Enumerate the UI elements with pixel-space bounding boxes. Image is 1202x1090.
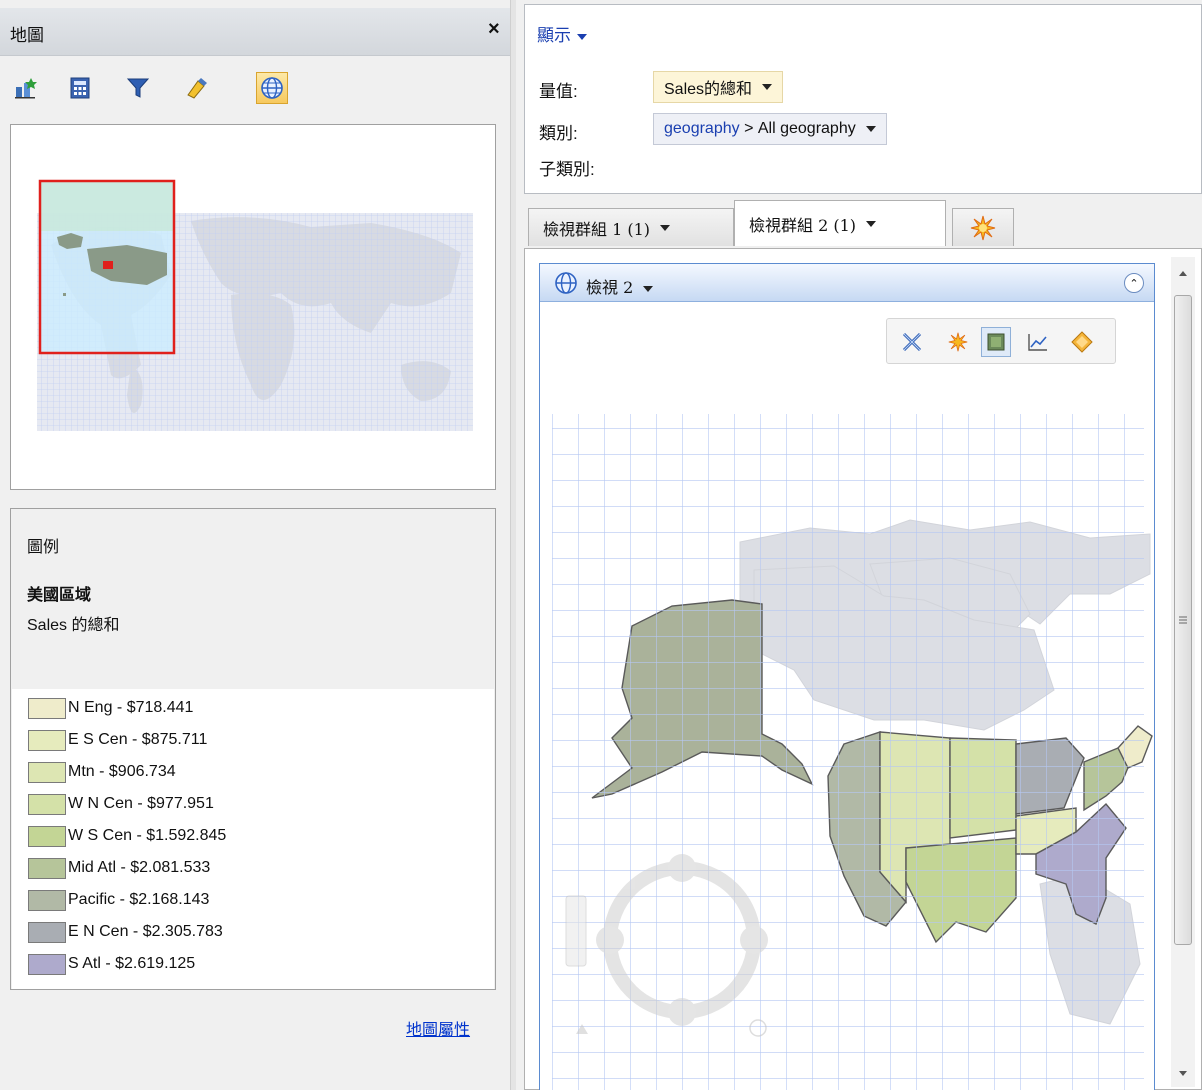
- legend-item-label: N Eng - $718.441: [68, 699, 194, 716]
- legend-swatch: [28, 697, 66, 719]
- category-separator: >: [744, 120, 754, 137]
- category-value: All geography: [757, 120, 856, 137]
- legend-item: Pacific - $2.168.143: [28, 885, 428, 915]
- map-properties-link[interactable]: 地圖屬性: [406, 1016, 470, 1040]
- legend-layer-name: 美國區域: [27, 587, 92, 604]
- view-header: 檢視 2 ⌃: [540, 264, 1154, 302]
- clear-selection-icon[interactable]: [897, 327, 927, 357]
- scroll-down-icon[interactable]: [1171, 1063, 1195, 1083]
- legend-item: E N Cen - $2.305.783: [28, 917, 428, 947]
- map-view: 檢視 2 ⌃: [539, 263, 1155, 1090]
- highlight-icon[interactable]: [180, 72, 212, 104]
- view-workspace: 顯示 量值: Sales的總和 類別: geography > All geog…: [516, 0, 1202, 1090]
- legend-swatch: [28, 921, 66, 943]
- display-menu-label: 顯示: [537, 26, 571, 45]
- tab-label: 檢視群組 2 (1): [749, 215, 857, 235]
- category-dropdown[interactable]: geography > All geography: [653, 113, 887, 145]
- legend-swatch: [28, 857, 66, 879]
- legend-item-label: Mid Atl - $2.081.533: [68, 859, 211, 876]
- map-toolbar: [886, 318, 1116, 364]
- legend-item-label: W S Cen - $1.592.845: [68, 827, 227, 844]
- legend-item: W S Cen - $1.592.845: [28, 821, 428, 851]
- chevron-down-icon: [660, 224, 671, 231]
- category-hierarchy-link[interactable]: geography: [664, 120, 740, 138]
- measure-dropdown[interactable]: Sales的總和: [653, 71, 784, 103]
- tab-label: 檢視群組 1 (1): [543, 219, 651, 239]
- grip-icon: [1179, 616, 1187, 624]
- legend-swatch: [28, 953, 66, 975]
- chevron-down-icon: [866, 220, 877, 227]
- globe-icon: [555, 272, 577, 294]
- collapse-view-icon[interactable]: ⌃: [1124, 273, 1144, 293]
- map-canvas[interactable]: [540, 264, 1155, 1090]
- category-label: 類別:: [539, 124, 578, 143]
- map-pane-toolbar: [0, 64, 512, 110]
- legend-swatch: [28, 889, 66, 911]
- legend-swatch: [28, 793, 66, 815]
- chevron-down-icon: [865, 126, 876, 132]
- view-group-content: 檢視 2 ⌃: [524, 248, 1202, 1090]
- new-view-icon[interactable]: [943, 327, 973, 357]
- legend-item: N Eng - $718.441: [28, 693, 428, 723]
- legend-swatch: [28, 761, 66, 783]
- legend-swatch: [28, 729, 66, 751]
- dataset-icon[interactable]: [10, 72, 42, 104]
- tab-view-group-2[interactable]: 檢視群組 2 (1): [734, 200, 946, 246]
- legend-item-label: E S Cen - $875.711: [68, 731, 208, 748]
- legend-item-label: S Atl - $2.619.125: [68, 955, 196, 972]
- legend-item-label: E N Cen - $2.305.783: [68, 923, 223, 940]
- scroll-up-icon[interactable]: [1171, 263, 1195, 283]
- chevron-down-icon: [643, 285, 654, 292]
- legend-item-label: Pacific - $2.168.143: [68, 891, 210, 908]
- close-icon[interactable]: ×: [488, 18, 500, 41]
- measure-label: 量值:: [539, 82, 578, 101]
- overview-map[interactable]: [10, 124, 496, 490]
- legend-measure-name: Sales 的總和: [27, 617, 120, 634]
- legend-item: E S Cen - $875.711: [28, 725, 428, 755]
- new-tab-starburst-icon: [970, 215, 996, 240]
- view-group-tabs: 檢視群組 1 (1) 檢視群組 2 (1): [516, 196, 1202, 248]
- view-title: 檢視 2: [586, 278, 634, 297]
- field-panel: 顯示 量值: Sales的總和 類別: geography > All geog…: [524, 4, 1202, 194]
- pan-icon[interactable]: [1067, 327, 1097, 357]
- legend-item: S Atl - $2.619.125: [28, 949, 428, 979]
- legend-item-label: Mtn - $906.734: [68, 763, 176, 780]
- legend-item: Mtn - $906.734: [28, 757, 428, 787]
- map-view-icon[interactable]: [256, 72, 288, 104]
- filter-icon[interactable]: [122, 72, 154, 104]
- shaded-map-icon[interactable]: [981, 327, 1011, 357]
- tab-view-group-1[interactable]: 檢視群組 1 (1): [528, 208, 734, 246]
- map-pane-header: 地圖 ×: [0, 8, 512, 56]
- vertical-scrollbar[interactable]: [1171, 257, 1195, 1087]
- legend-panel: 圖例 美國區域 Sales 的總和 N Eng - $718.441 E S C…: [10, 508, 496, 990]
- display-menu[interactable]: 顯示: [537, 21, 587, 46]
- legend-title: 圖例: [27, 539, 60, 556]
- measure-value: Sales的總和: [664, 81, 753, 98]
- scrollbar-thumb[interactable]: [1174, 295, 1192, 945]
- subcategory-label: 子類別:: [539, 160, 595, 179]
- chevron-down-icon: [577, 33, 587, 40]
- map-pane-title: 地圖: [10, 26, 44, 45]
- legend-item-label: W N Cen - $977.951: [68, 795, 214, 812]
- chevron-down-icon: [762, 84, 773, 90]
- new-tab-button[interactable]: [952, 208, 1014, 246]
- map-pane: 地圖 × 圖例 美國區域 Sales 的總和 N Eng - $718.441 …: [0, 0, 512, 1090]
- legend-items: N Eng - $718.441 E S Cen - $875.711 Mtn …: [12, 689, 494, 989]
- legend-item: W N Cen - $977.951: [28, 789, 428, 819]
- legend-swatch: [28, 825, 66, 847]
- legend-item: Mid Atl - $2.081.533: [28, 853, 428, 883]
- chart-icon[interactable]: [1023, 327, 1053, 357]
- view-title-menu[interactable]: 檢視 2: [586, 274, 654, 298]
- calculator-icon[interactable]: [64, 72, 96, 104]
